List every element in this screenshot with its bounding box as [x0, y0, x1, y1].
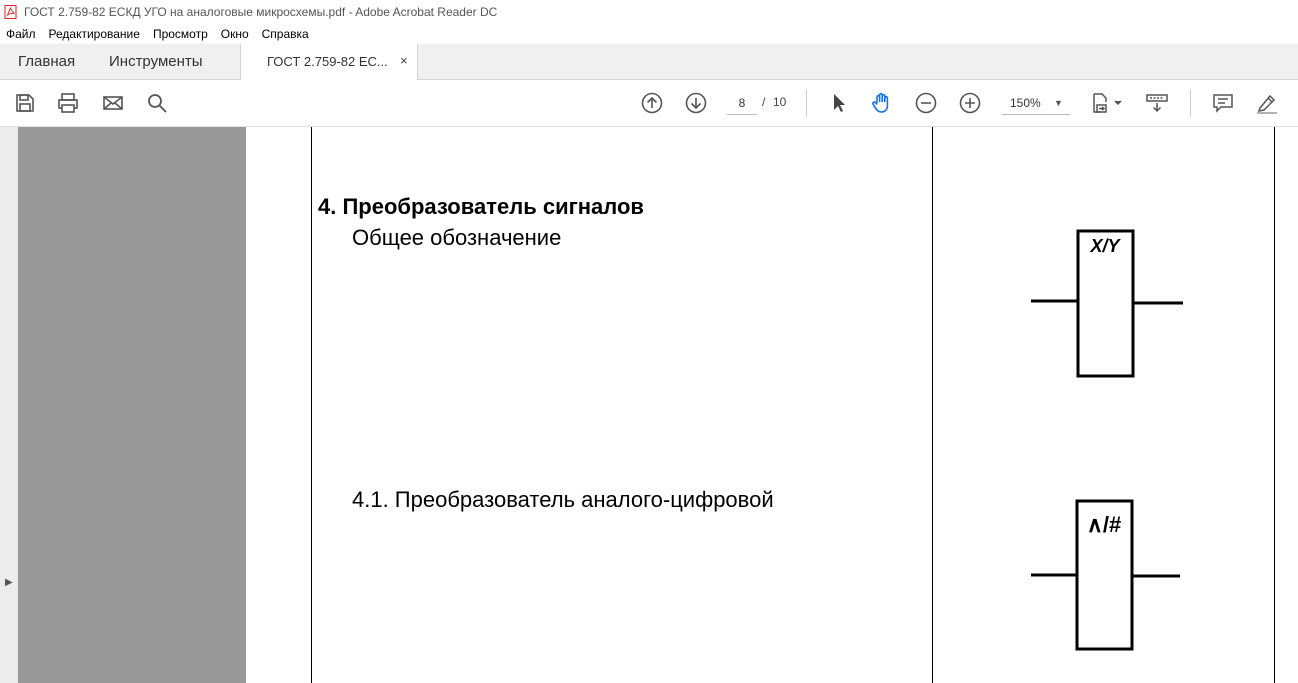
search-icon[interactable]: [144, 90, 170, 116]
chevron-down-icon: ▼: [1054, 98, 1063, 108]
print-icon[interactable]: [55, 90, 81, 116]
arrow-down-icon[interactable]: [683, 90, 709, 116]
acrobat-pdf-icon: [4, 4, 17, 19]
page-total: 10: [773, 95, 787, 109]
tab-bar: Главная Инструменты ГОСТ 2.759-82 ЕС... …: [0, 44, 1298, 81]
toolbar: 8 / 10 150% ▼: [0, 80, 1298, 127]
title-bar: ГОСТ 2.759-82 ЕСКД УГО на аналоговые мик…: [0, 0, 1298, 23]
menu-edit[interactable]: Редактирование: [49, 27, 140, 41]
table-border-middle: [932, 127, 933, 683]
table-border-left: [311, 127, 312, 683]
pdf-page: 4. Преобразователь сигналов Общее обозна…: [246, 127, 1298, 683]
section-heading: 4. Преобразователь сигналов: [318, 194, 644, 219]
page-fit-icon[interactable]: [1089, 90, 1127, 116]
menu-file[interactable]: Файл: [6, 27, 36, 41]
zoom-in-icon[interactable]: [957, 90, 983, 116]
highlight-pen-icon[interactable]: [1254, 90, 1280, 116]
navigation-pane-collapsed: ▶: [0, 127, 18, 683]
comment-icon[interactable]: [1210, 90, 1236, 116]
arrow-up-icon[interactable]: [639, 90, 665, 116]
symbol-adc-label: ∧/#: [1087, 512, 1121, 537]
window-title: ГОСТ 2.759-82 ЕСКД УГО на аналоговые мик…: [24, 4, 498, 19]
tab-document[interactable]: ГОСТ 2.759-82 ЕС... ×: [240, 44, 418, 81]
tab-document-label: ГОСТ 2.759-82 ЕС...: [267, 54, 388, 69]
close-icon[interactable]: ×: [400, 53, 408, 68]
menu-help[interactable]: Справка: [262, 27, 309, 41]
tab-home[interactable]: Главная: [18, 53, 75, 70]
page-number-input[interactable]: 8: [727, 93, 757, 115]
signal-converter-symbol: X/Y: [1031, 229, 1183, 378]
tab-tools[interactable]: Инструменты: [109, 53, 203, 70]
table-border-right: [1274, 127, 1275, 683]
hand-icon[interactable]: [869, 90, 895, 116]
general-designation-label: Общее обозначение: [352, 225, 562, 250]
menu-view[interactable]: Просмотр: [153, 27, 208, 41]
menu-bar: Файл Редактирование Просмотр Окно Справк…: [0, 23, 1298, 44]
save-icon[interactable]: [12, 90, 38, 116]
zoom-out-icon[interactable]: [913, 90, 939, 116]
zoom-select[interactable]: 150% ▼: [1002, 93, 1070, 115]
adc-symbol: ∧/#: [1031, 499, 1180, 651]
zoom-value: 150%: [1010, 96, 1041, 110]
toolbar-divider: [1190, 89, 1191, 117]
email-icon[interactable]: [100, 90, 126, 116]
adc-label: 4.1. Преобразователь аналого-цифровой: [352, 487, 774, 512]
document-background: [18, 127, 246, 683]
scroll-mode-icon[interactable]: [1144, 90, 1170, 116]
expand-panel-icon[interactable]: ▶: [5, 577, 13, 588]
menu-window[interactable]: Окно: [221, 27, 249, 41]
select-pointer-icon[interactable]: [826, 90, 852, 116]
toolbar-divider: [806, 89, 807, 117]
symbol-general-label: X/Y: [1089, 236, 1121, 256]
page-separator: /: [762, 95, 766, 109]
